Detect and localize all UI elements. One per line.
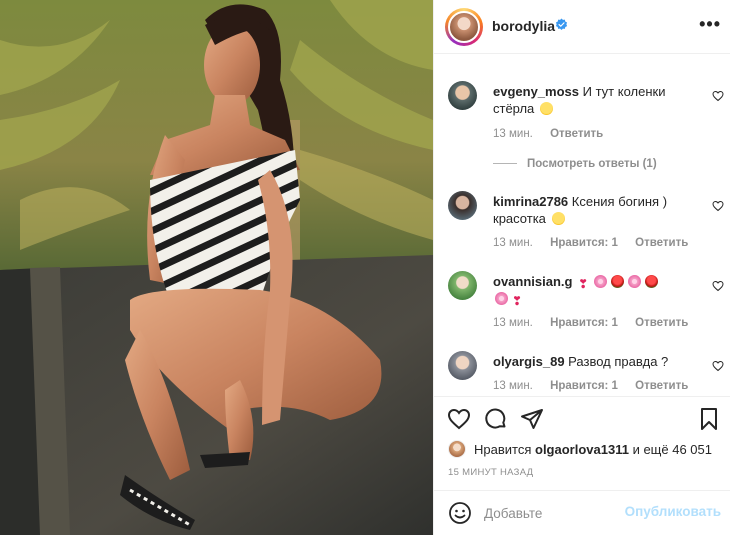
post-photo-illustration (0, 0, 433, 535)
instagram-post: borodylia ••• evgeny_moss И тут коленки … (0, 0, 730, 535)
likes-summary[interactable]: Нравится olgaorlova1311 и ещё 46 051 (448, 439, 712, 459)
heart-exclamation-icon: ❣ (512, 294, 523, 308)
comment-like-heart-icon[interactable] (712, 280, 724, 292)
comment-likes-count[interactable]: Нравится: 1 (550, 237, 618, 249)
rose-icon (645, 275, 659, 288)
likes-prefix: Нравится (474, 441, 532, 457)
comment-likes-count[interactable]: Нравится: 1 (550, 317, 618, 329)
commenter-avatar[interactable] (448, 271, 477, 300)
author-username[interactable]: borodylia (492, 18, 555, 34)
post-side-panel: borodylia ••• evgeny_moss И тут коленки … (433, 0, 730, 535)
comment-time: 13 мин. (493, 237, 533, 249)
comments-list[interactable]: evgeny_moss И тут коленки стёрла 13 мин.… (434, 55, 730, 396)
comment-text: evgeny_moss И тут коленки стёрла (493, 83, 688, 117)
comment-meta: 13 мин. Нравится: 1 Ответить (493, 237, 702, 249)
reply-button[interactable]: Ответить (635, 317, 688, 329)
commenter-avatar[interactable] (448, 81, 477, 110)
laughing-face-icon (539, 102, 553, 115)
comment-like-heart-icon[interactable] (712, 200, 724, 212)
comment-body: Развод правда ? (568, 354, 669, 369)
comment-bubble-icon[interactable] (484, 407, 508, 431)
cherry-blossom-icon (628, 275, 642, 288)
rose-icon (611, 275, 625, 288)
comment-username[interactable]: kimrina2786 (493, 194, 568, 209)
comment-like-heart-icon[interactable] (712, 90, 724, 102)
comment-text: olyargis_89 Развод правда ? (493, 353, 688, 370)
comment-input[interactable] (484, 499, 624, 527)
add-comment-bar: Опубликовать (434, 490, 730, 535)
comment-meta: 13 мин. Нравится: 1 Ответить (493, 317, 702, 329)
like-heart-icon[interactable] (447, 407, 471, 431)
replies-divider (493, 163, 517, 165)
post-header: borodylia ••• (434, 0, 730, 54)
comment-like-heart-icon[interactable] (712, 360, 724, 372)
cherry-blossom-icon (495, 292, 508, 305)
post-photo[interactable] (0, 0, 433, 535)
comment-time: 13 мин. (493, 380, 533, 392)
heart-exclamation-icon: ❣ (578, 277, 589, 291)
commenter-avatar[interactable] (448, 191, 477, 220)
view-replies-button[interactable]: Посмотреть ответы (1) (493, 158, 657, 170)
comment-username[interactable]: evgeny_moss (493, 84, 579, 99)
verified-badge-icon (555, 18, 568, 31)
liker-username[interactable]: olgaorlova1311 (535, 442, 629, 457)
comment-likes-count[interactable]: Нравится: 1 (550, 380, 618, 392)
share-send-icon[interactable] (520, 407, 544, 431)
comment-time: 13 мин. (493, 317, 533, 329)
more-options-icon[interactable]: ••• (699, 14, 721, 35)
likes-count[interactable]: и ещё 46 051 (633, 442, 712, 457)
post-timestamp[interactable]: 15 МИНУТ НАЗАД (448, 467, 533, 478)
comment-username[interactable]: ovannisian.g (493, 274, 572, 289)
author-avatar[interactable] (448, 11, 480, 43)
reply-button[interactable]: Ответить (635, 237, 688, 249)
comment-text: ovannisian.g ❣ ❣ (493, 273, 688, 307)
heart-eyes-face-icon (551, 212, 565, 225)
commenter-avatar[interactable] (448, 351, 477, 380)
view-replies-label: Посмотреть ответы (1) (527, 158, 657, 170)
comment-meta: 13 мин. Нравится: 1 Ответить (493, 380, 702, 392)
liker-avatar (448, 440, 466, 458)
save-bookmark-icon[interactable] (697, 407, 721, 431)
post-actions: Нравится olgaorlova1311 и ещё 46 051 15 … (434, 396, 730, 499)
comment-time: 13 мин. (493, 128, 533, 140)
comment-username[interactable]: olyargis_89 (493, 354, 565, 369)
emoji-smile-icon[interactable] (448, 501, 472, 525)
cherry-blossom-icon (594, 275, 608, 288)
reply-button[interactable]: Ответить (550, 128, 603, 140)
reply-button[interactable]: Ответить (635, 380, 688, 392)
comment-text: kimrina2786 Ксения богиня ) красотка (493, 193, 688, 227)
comment-meta: 13 мин. Ответить (493, 128, 617, 140)
publish-button[interactable]: Опубликовать (625, 504, 721, 519)
